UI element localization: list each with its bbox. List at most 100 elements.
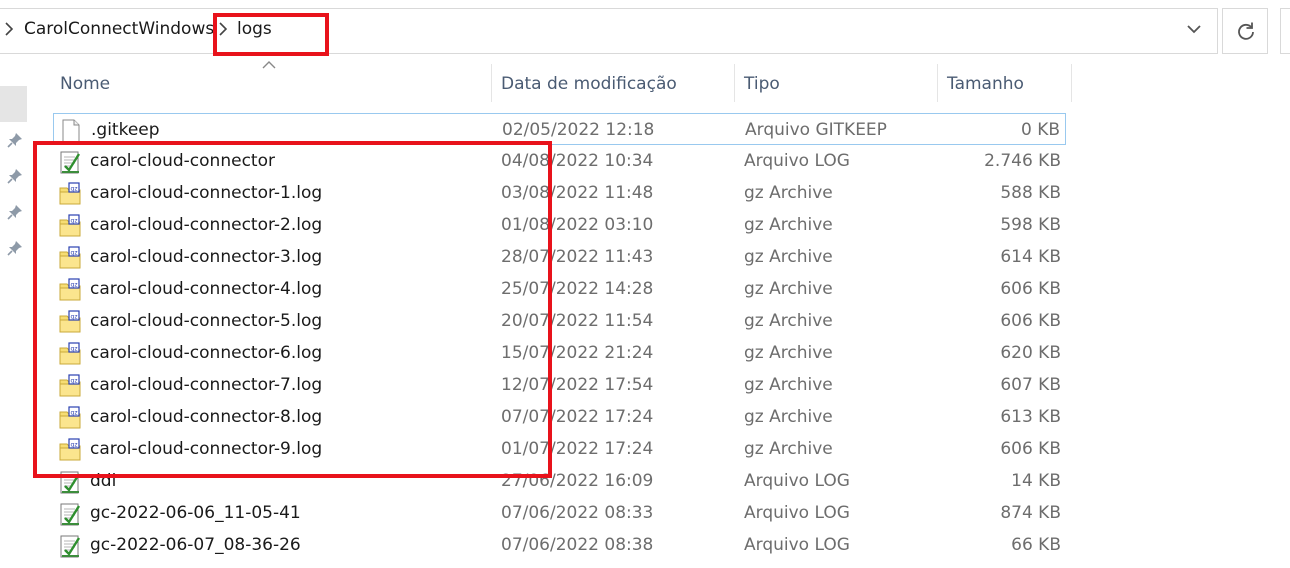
breadcrumb-item-carolconnectwindows[interactable]: CarolConnectWindows bbox=[24, 19, 214, 39]
column-divider[interactable] bbox=[734, 64, 735, 102]
file-date-modified: 25/07/2022 14:28 bbox=[501, 279, 654, 299]
file-name: carol-cloud-connector-4.log bbox=[90, 279, 323, 299]
pin-icon[interactable] bbox=[7, 132, 23, 148]
gz-archive-icon: gz bbox=[59, 310, 81, 334]
file-type: Arquivo LOG bbox=[744, 503, 850, 523]
chevron-right-icon[interactable] bbox=[5, 22, 13, 36]
nav-selected-item[interactable] bbox=[0, 86, 27, 122]
file-size: 874 KB bbox=[1000, 503, 1061, 523]
column-header-size[interactable]: Tamanho bbox=[947, 74, 1024, 112]
file-row[interactable]: gc-2022-06-07_08-36-26 07/06/2022 08:38 Ar… bbox=[53, 529, 1066, 561]
file-date-modified: 07/06/2022 08:33 bbox=[501, 503, 654, 523]
file-row[interactable]: gz carol-cloud-connector-9.log 01/07/2022 … bbox=[53, 433, 1066, 465]
file-name: gc-2022-06-07_08-36-26 bbox=[90, 535, 301, 555]
file-size: 2.746 KB bbox=[984, 151, 1061, 171]
refresh-button[interactable] bbox=[1222, 8, 1268, 54]
file-type: gz Archive bbox=[744, 407, 833, 427]
column-header-date[interactable]: Data de modificação bbox=[501, 74, 677, 112]
file-size: 606 KB bbox=[1000, 439, 1061, 459]
column-divider[interactable] bbox=[1071, 64, 1072, 102]
pin-icon[interactable] bbox=[7, 240, 23, 256]
svg-text:gz: gz bbox=[71, 378, 78, 385]
refresh-icon bbox=[1238, 22, 1254, 40]
file-size: 66 KB bbox=[1011, 535, 1061, 555]
file-row[interactable]: gz carol-cloud-connector-8.log 07/07/2022 … bbox=[53, 401, 1066, 433]
file-date-modified: 20/07/2022 11:54 bbox=[501, 311, 654, 331]
file-size: 14 KB bbox=[1011, 471, 1061, 491]
svg-text:gz: gz bbox=[71, 410, 78, 417]
chevron-down-icon[interactable] bbox=[1186, 23, 1202, 35]
file-name: carol-cloud-connector-3.log bbox=[90, 247, 323, 267]
file-date-modified: 03/08/2022 11:48 bbox=[501, 183, 654, 203]
file-row[interactable]: gz carol-cloud-connector-1.log 03/08/2022 … bbox=[53, 177, 1066, 209]
svg-text:gz: gz bbox=[71, 282, 78, 289]
log-file-icon bbox=[59, 150, 81, 174]
file-row[interactable]: gz carol-cloud-connector-7.log 12/07/2022 … bbox=[53, 369, 1066, 401]
file-name: gc-2022-06-06_11-05-41 bbox=[90, 503, 301, 523]
file-date-modified: 04/08/2022 10:34 bbox=[501, 151, 654, 171]
gz-archive-icon: gz bbox=[59, 406, 81, 430]
pin-icon[interactable] bbox=[7, 168, 23, 184]
file-date-modified: 01/07/2022 17:24 bbox=[501, 439, 654, 459]
column-header-name[interactable]: Nome bbox=[60, 74, 110, 112]
svg-text:gz: gz bbox=[71, 250, 78, 257]
file-type: gz Archive bbox=[744, 375, 833, 395]
file-date-modified: 07/07/2022 17:24 bbox=[501, 407, 654, 427]
file-type: Arquivo GITKEEP bbox=[745, 120, 887, 140]
file-type: gz Archive bbox=[744, 215, 833, 235]
gz-archive-icon: gz bbox=[59, 214, 81, 238]
gz-archive-icon: gz bbox=[59, 246, 81, 270]
file-size: 588 KB bbox=[1000, 183, 1061, 203]
column-divider[interactable] bbox=[491, 64, 492, 102]
file-type: gz Archive bbox=[744, 343, 833, 363]
address-bar: CarolConnectWindows logs bbox=[0, 0, 1290, 66]
file-row[interactable]: ddl 27/06/2022 16:09 Arquivo LOG 14 KB bbox=[53, 465, 1066, 497]
file-size: 620 KB bbox=[1000, 343, 1061, 363]
file-size: 0 KB bbox=[1020, 120, 1060, 140]
file-type: gz Archive bbox=[744, 247, 833, 267]
column-header-type[interactable]: Tipo bbox=[744, 74, 780, 112]
file-date-modified: 12/07/2022 17:54 bbox=[501, 375, 654, 395]
file-name: carol-cloud-connector-6.log bbox=[90, 343, 323, 363]
file-row[interactable]: gc-2022-06-06_11-05-41 07/06/2022 08:33 Ar… bbox=[53, 497, 1066, 529]
file-date-modified: 01/08/2022 03:10 bbox=[501, 215, 654, 235]
column-divider[interactable] bbox=[937, 64, 938, 102]
pin-icon[interactable] bbox=[7, 204, 23, 220]
annotation-highlight-logs bbox=[213, 13, 329, 56]
file-type: gz Archive bbox=[744, 183, 833, 203]
search-box[interactable] bbox=[1280, 8, 1290, 54]
file-row[interactable]: carol-cloud-connector 04/08/2022 10:34 Arq… bbox=[53, 145, 1066, 177]
file-name: carol-cloud-connector bbox=[90, 151, 275, 171]
file-size: 614 KB bbox=[1000, 247, 1061, 267]
file-type: Arquivo LOG bbox=[744, 471, 850, 491]
file-type: Arquivo LOG bbox=[744, 535, 850, 555]
file-size: 606 KB bbox=[1000, 279, 1061, 299]
svg-text:gz: gz bbox=[71, 442, 78, 449]
gz-archive-icon: gz bbox=[59, 278, 81, 302]
log-file-icon bbox=[59, 470, 81, 494]
svg-text:gz: gz bbox=[71, 218, 78, 225]
file-size: 598 KB bbox=[1000, 215, 1061, 235]
file-date-modified: 27/06/2022 16:09 bbox=[501, 471, 654, 491]
log-file-icon bbox=[59, 534, 81, 558]
gz-archive-icon: gz bbox=[59, 374, 81, 398]
file-name: carol-cloud-connector-1.log bbox=[90, 183, 323, 203]
file-type: gz Archive bbox=[744, 279, 833, 299]
file-type: gz Archive bbox=[744, 439, 833, 459]
svg-text:gz: gz bbox=[71, 186, 78, 193]
sort-ascending-icon bbox=[262, 61, 276, 69]
file-row[interactable]: gz carol-cloud-connector-5.log 20/07/2022 … bbox=[53, 305, 1066, 337]
file-type: gz Archive bbox=[744, 311, 833, 331]
file-type: Arquivo LOG bbox=[744, 151, 850, 171]
file-row[interactable]: gz carol-cloud-connector-6.log 15/07/2022 … bbox=[53, 337, 1066, 369]
file-name: carol-cloud-connector-9.log bbox=[90, 439, 323, 459]
file-row[interactable]: gz carol-cloud-connector-4.log 25/07/2022 … bbox=[53, 273, 1066, 305]
file-name: carol-cloud-connector-2.log bbox=[90, 215, 323, 235]
file-row[interactable]: gz carol-cloud-connector-2.log 01/08/2022 … bbox=[53, 209, 1066, 241]
file-date-modified: 07/06/2022 08:38 bbox=[501, 535, 654, 555]
file-row[interactable]: gz carol-cloud-connector-3.log 28/07/2022 … bbox=[53, 241, 1066, 273]
gz-archive-icon: gz bbox=[59, 438, 81, 462]
file-name: carol-cloud-connector-7.log bbox=[90, 375, 323, 395]
file-row[interactable]: .gitkeep 02/05/2022 12:18 Arquivo GITKEEP 0… bbox=[53, 113, 1066, 145]
svg-text:gz: gz bbox=[71, 346, 78, 353]
